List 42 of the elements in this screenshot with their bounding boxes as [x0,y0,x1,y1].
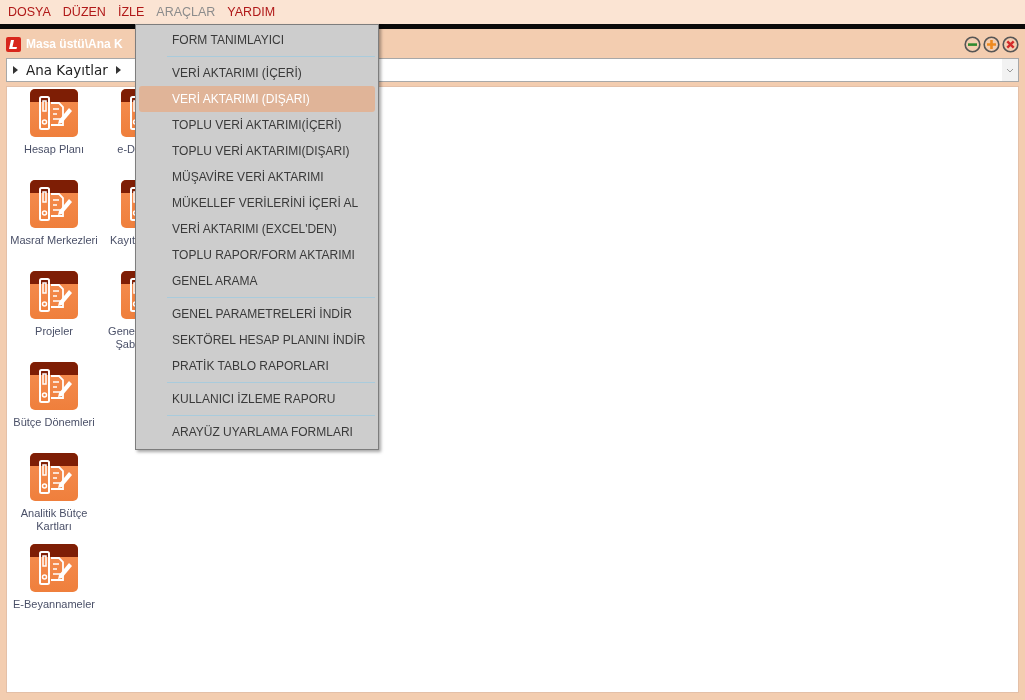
shortcut-label[interactable]: Kayıt [109,234,135,247]
binder-icon[interactable] [30,180,78,228]
shortcut-label[interactable]: Hesap Planı [24,143,84,156]
menu-item[interactable]: ARAYÜZ UYARLAMA FORMLARI [139,419,375,445]
maximize-icon[interactable] [983,35,1000,53]
shortcut-label[interactable]: Bütçe Dönemleri [13,416,95,429]
shortcut-label[interactable]: Analitik Bütçe Kartları [8,507,100,533]
shortcut-label[interactable]: Gene Şab [108,325,135,351]
minimize-icon[interactable] [964,35,981,53]
menu-item[interactable]: PRATİK TABLO RAPORLARI [139,353,375,379]
menu-item[interactable]: VERİ AKTARIMI (EXCEL'DEN) [139,216,375,242]
menu-bar-item[interactable]: İZLE [111,5,151,19]
menu-item[interactable]: KULLANICI İZLEME RAPORU [139,386,375,412]
menu-bar-item[interactable]: DOSYA [2,5,57,19]
triangle-right-icon[interactable] [115,66,121,74]
menu-item[interactable]: MÜKELLEF VERİLERİNİ İÇERİ AL [139,190,375,216]
menu-item[interactable]: FORM TANIMLAYICI [139,27,375,53]
menu-item[interactable]: TOPLU RAPOR/FORM AKTARIMI [139,242,375,268]
binder-icon[interactable] [30,544,78,592]
binder-icon[interactable] [30,453,78,501]
menu-item[interactable]: TOPLU VERİ AKTARIMI(DIŞARI) [139,138,375,164]
triangle-right-icon[interactable] [13,66,18,74]
shortcut-label[interactable]: Projeler [35,325,73,338]
menu-item[interactable]: TOPLU VERİ AKTARIMI(İÇERİ) [139,112,375,138]
close-icon[interactable] [1002,35,1019,53]
chevron-down-icon[interactable] [1006,67,1014,73]
shortcut-label[interactable]: E-Beyannameler [13,598,95,611]
breadcrumb-item[interactable]: Ana Kayıtlar [26,62,108,78]
menu-bar-item[interactable]: DÜZEN [56,5,112,19]
binder-icon[interactable] [30,271,78,319]
menu-item[interactable]: MÜŞAVİRE VERİ AKTARIMI [139,164,375,190]
app-logo-icon [6,36,21,52]
shortcut-label[interactable]: e-D [117,143,135,156]
menu-item[interactable]: GENEL PARAMETRELERİ İNDİR [139,301,375,327]
binder-icon[interactable] [30,89,78,137]
shortcut-label[interactable]: Masraf Merkezleri [10,234,98,247]
menu-item[interactable]: SEKTÖREL HESAP PLANINI İNDİR [139,327,375,353]
menu-bar-item[interactable]: YARDIM [221,5,282,19]
window-title: Masa üstü\Ana K [26,37,123,51]
binder-icon[interactable] [30,362,78,410]
menu-item[interactable]: GENEL ARAMA [139,268,375,294]
menu-item[interactable]: VERİ AKTARIMI (İÇERİ) [139,60,375,86]
